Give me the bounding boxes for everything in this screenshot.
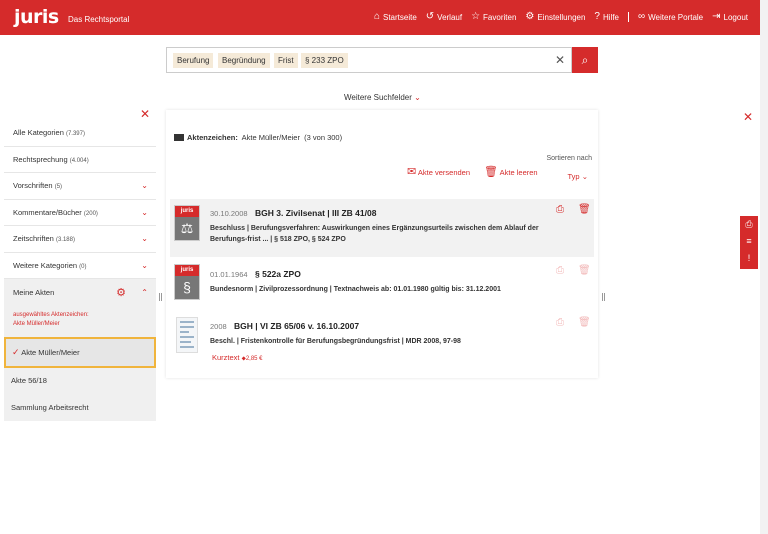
- juris-thumbnail: juris ⚖: [174, 205, 200, 241]
- akte-item[interactable]: Akte 56/18: [4, 368, 156, 395]
- result-title[interactable]: BGH | VI ZB 65/06 v. 16.10.2007: [234, 321, 359, 331]
- trash-icon: 🗑: [484, 166, 498, 178]
- print-icon[interactable]: ⎙: [556, 265, 564, 276]
- history-icon: ↺: [425, 11, 435, 22]
- meine-akten-panel: Meine Akten ⚙ ⌃ ausgewähltes Aktenzeichen:…: [4, 279, 156, 337]
- selected-akte-info: ausgewähltes Aktenzeichen: Akte Müller/Me…: [13, 312, 89, 327]
- result-title[interactable]: § 522a ZPO: [255, 269, 301, 279]
- more-filters-toggle[interactable]: Weitere Suchfelder ⌄: [344, 93, 421, 102]
- juris-logo[interactable]: juris: [14, 6, 59, 28]
- result-item[interactable]: 2008 BGH | VI ZB 65/06 v. 16.10.2007 Bes…: [170, 311, 594, 375]
- sidebar-item-weitere-kategorien[interactable]: Weitere Kategorien (0) ⌄: [4, 253, 156, 279]
- result-date: 30.10.2008: [210, 209, 248, 218]
- result-title[interactable]: BGH 3. Zivilsenat | III ZB 41/08: [255, 208, 376, 218]
- send-akte-button[interactable]: ✉ Akte versenden: [407, 165, 470, 178]
- page-scrollbar[interactable]: [760, 0, 768, 534]
- sidebar-item-vorschriften[interactable]: Vorschriften (5) ⌄: [4, 173, 156, 200]
- checkmark-icon: ✓: [12, 347, 20, 357]
- search-chip[interactable]: § 233 ZPO: [301, 53, 348, 68]
- print-icon[interactable]: ⎙: [556, 317, 564, 328]
- nav-hilfe[interactable]: ? Hilfe: [594, 12, 619, 22]
- nav-divider: [628, 12, 629, 22]
- trash-icon[interactable]: 🗑: [578, 204, 591, 215]
- logout-icon: ⇥: [712, 11, 721, 22]
- top-bar: juris Das Rechtsportal ⌂ Startseite ↺ Verl…: [0, 0, 760, 35]
- sidebar-close-icon[interactable]: ✕: [140, 107, 150, 121]
- sort-dropdown[interactable]: Typ ⌄: [568, 172, 588, 181]
- note-icon[interactable]: !: [740, 250, 758, 267]
- chevron-up-icon[interactable]: ⌃: [141, 279, 148, 307]
- search-input[interactable]: Berufung Begründung Frist § 233 ZPO ✕: [166, 47, 572, 73]
- sort-label: Sortieren nach: [546, 155, 592, 162]
- result-item[interactable]: juris ⚖ 30.10.2008 BGH 3. Zivilsenat | II…: [170, 199, 594, 257]
- result-description: Beschluss | Berufungsverfahren: Auswirku…: [210, 225, 539, 243]
- meine-akten-header[interactable]: Meine Akten ⚙ ⌃: [4, 279, 156, 307]
- kurztext-link[interactable]: Kurztext ⬥2,85 €: [212, 353, 263, 363]
- chevron-down-icon[interactable]: ⌄: [141, 173, 148, 199]
- print-icon[interactable]: ⎙: [740, 216, 758, 233]
- sidebar-item-rechtsprechung[interactable]: Rechtsprechung (4.004): [4, 147, 156, 173]
- chevron-down-icon: ⌄: [414, 93, 421, 102]
- logo-tagline: Das Rechtsportal: [68, 15, 130, 24]
- link-icon: ∞: [638, 11, 646, 22]
- document-thumbnail: [176, 317, 198, 353]
- result-item[interactable]: juris § 01.01.1964 § 522a ZPO Bundesnorm …: [170, 258, 594, 310]
- chevron-down-icon[interactable]: ⌄: [141, 253, 148, 279]
- sidebar-item-zeitschriften[interactable]: Zeitschriften (3.188) ⌄: [4, 226, 156, 253]
- nav-weitere-portale[interactable]: ∞ Weitere Portale: [638, 12, 703, 22]
- list-icon[interactable]: ≡: [740, 233, 758, 250]
- sidebar-item-alle-kategorien[interactable]: Alle Kategorien (7.397): [4, 120, 156, 147]
- print-icon[interactable]: ⎙: [556, 204, 564, 215]
- trash-icon[interactable]: 🗑: [578, 265, 591, 276]
- nav-startseite[interactable]: ⌂ Startseite: [374, 12, 417, 22]
- chevron-down-icon: ⌄: [581, 172, 588, 181]
- search-icon: ⌕: [581, 53, 589, 67]
- result-description: Bundesnorm | Zivilprozessordnung | Textn…: [210, 286, 501, 293]
- clear-icon[interactable]: ✕: [555, 53, 565, 67]
- left-resize-handle[interactable]: [159, 293, 162, 301]
- akte-panel: Aktenzeichen: Akte Müller/Meier (3 von 3…: [166, 110, 598, 378]
- chevron-down-icon[interactable]: ⌄: [141, 226, 148, 252]
- floating-toolbar: ⎙ ≡ !: [740, 216, 758, 269]
- top-nav: ⌂ Startseite ↺ Verlauf ☆ Favoriten ⚙ Einstel…: [374, 12, 748, 22]
- mail-icon: ✉: [407, 166, 417, 178]
- main-close-icon[interactable]: ✕: [743, 110, 753, 124]
- result-price: 2,85 €: [245, 356, 263, 362]
- search-chip[interactable]: Begründung: [218, 53, 270, 68]
- folder-icon: [174, 134, 184, 141]
- result-date: 01.01.1964: [210, 270, 248, 279]
- result-description: Beschl. | Fristenkontrolle für Berufungs…: [210, 338, 461, 345]
- juris-thumbnail: juris §: [174, 264, 200, 300]
- sidebar-item-kommentare[interactable]: Kommentare/Bücher (200) ⌄: [4, 200, 156, 226]
- clear-akte-button[interactable]: 🗑 Akte leeren: [484, 165, 538, 178]
- right-resize-handle[interactable]: [602, 293, 605, 301]
- gear-icon[interactable]: ⚙: [116, 279, 126, 307]
- nav-logout[interactable]: ⇥ Logout: [712, 12, 748, 22]
- nav-favoriten[interactable]: ☆ Favoriten: [471, 12, 516, 22]
- search-chip[interactable]: Berufung: [173, 53, 214, 68]
- nav-verlauf[interactable]: ↺ Verlauf: [426, 12, 462, 22]
- chevron-down-icon[interactable]: ⌄: [141, 200, 148, 226]
- sidebar: Alle Kategorien (7.397) Rechtsprechung (…: [4, 120, 156, 421]
- aktenzeichen-line: Aktenzeichen: Akte Müller/Meier (3 von 3…: [174, 133, 342, 142]
- search-button[interactable]: ⌕: [572, 47, 598, 73]
- home-icon: ⌂: [373, 11, 380, 22]
- result-date: 2008: [210, 322, 227, 331]
- akte-item[interactable]: Sammlung Arbeitsrecht: [4, 394, 156, 421]
- gear-icon: ⚙: [525, 11, 535, 22]
- star-icon: ☆: [471, 11, 481, 22]
- nav-einstellungen[interactable]: ⚙ Einstellungen: [525, 12, 585, 22]
- trash-icon[interactable]: 🗑: [578, 317, 591, 328]
- search-chip[interactable]: Frist: [274, 53, 298, 68]
- akte-item-active[interactable]: ✓ Akte Müller/Meier: [4, 337, 156, 368]
- gavel-icon: ⚖: [175, 217, 199, 240]
- help-icon: ?: [594, 11, 600, 22]
